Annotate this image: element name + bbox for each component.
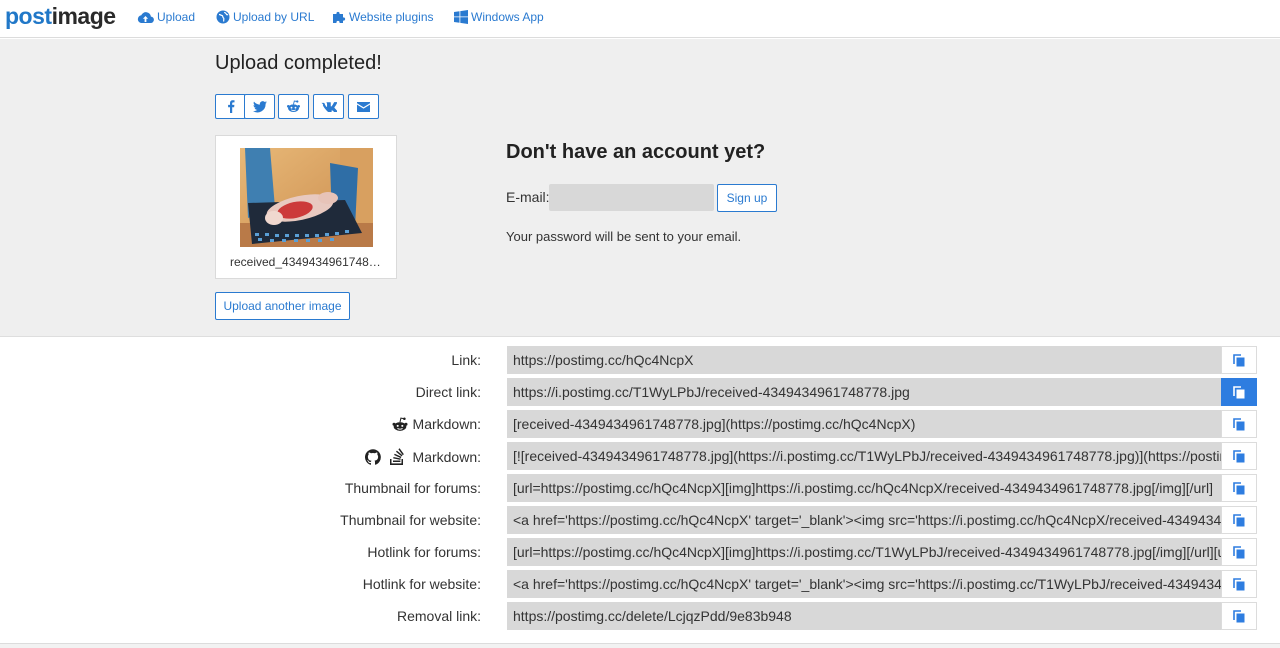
link-row: Hotlink for website: <a href='https://po…: [0, 570, 1280, 598]
copy-icon: [1233, 385, 1245, 398]
globe-icon: [216, 10, 230, 24]
link-row-value[interactable]: https://i.postimg.cc/T1WyLPbJ/received-4…: [507, 378, 1221, 406]
link-row: Link: https://postimg.cc/hQc4NcpX: [0, 346, 1280, 374]
sign-up-button[interactable]: Sign up: [717, 184, 777, 212]
link-row-label: Removal link:: [396, 608, 481, 624]
link-row-value[interactable]: [url=https://postimg.cc/hQc4NcpX][img]ht…: [507, 538, 1221, 566]
email-input[interactable]: [549, 184, 714, 211]
copy-button[interactable]: [1221, 378, 1257, 406]
nav-website-plugins[interactable]: Website plugins: [332, 8, 434, 26]
copy-icon: [1233, 545, 1245, 558]
link-row-label: Hotlink for forums:: [367, 544, 481, 560]
link-row-value[interactable]: https://postimg.cc/hQc4NcpX: [507, 346, 1221, 374]
link-row-value[interactable]: https://postimg.cc/delete/LcjqzPdd/9e83b…: [507, 602, 1221, 630]
account-heading: Don't have an account yet?: [506, 141, 766, 163]
stackoverflow-icon: [389, 448, 404, 465]
copy-button[interactable]: [1221, 538, 1257, 566]
copy-button[interactable]: [1221, 410, 1257, 438]
uploaded-filename: received_4349434961748778.jpg: [230, 255, 398, 269]
link-row: Hotlink for forums: [url=https://postimg…: [0, 538, 1280, 566]
footer-divider: [0, 643, 1280, 648]
link-row-value[interactable]: [![received-4349434961748778.jpg](https:…: [507, 442, 1221, 470]
windows-icon: [454, 10, 468, 24]
copy-icon: [1233, 353, 1245, 366]
page-title: Upload completed!: [215, 52, 382, 74]
link-row: Thumbnail for website: <a href='https://…: [0, 506, 1280, 534]
copy-icon: [1233, 513, 1245, 526]
share-twitter-button[interactable]: [244, 94, 275, 119]
copy-button[interactable]: [1221, 346, 1257, 374]
envelope-icon: [357, 101, 370, 112]
link-row-value[interactable]: [url=https://postimg.cc/hQc4NcpX][img]ht…: [507, 474, 1221, 502]
upload-another-button[interactable]: Upload another image: [215, 292, 350, 320]
password-note: Your password will be sent to your email…: [506, 229, 742, 244]
copy-icon: [1233, 417, 1245, 430]
vk-icon: [320, 101, 337, 112]
share-facebook-button[interactable]: [215, 94, 246, 119]
github-icon: [364, 448, 381, 465]
uploaded-image[interactable]: [240, 148, 373, 247]
email-label: E-mail:: [506, 189, 550, 205]
copy-button[interactable]: [1221, 570, 1257, 598]
twitter-icon: [252, 100, 267, 112]
copy-button[interactable]: [1221, 442, 1257, 470]
share-reddit-button[interactable]: [278, 94, 309, 119]
copy-button[interactable]: [1221, 474, 1257, 502]
link-row-label: Link:: [451, 352, 481, 368]
nav-windows-app[interactable]: Windows App: [454, 8, 544, 26]
copy-button[interactable]: [1221, 506, 1257, 534]
facebook-icon: [227, 100, 234, 113]
link-row: Thumbnail for forums: [url=https://posti…: [0, 474, 1280, 502]
link-row-label: Thumbnail for forums:: [344, 480, 481, 496]
link-row-value[interactable]: <a href='https://postimg.cc/hQc4NcpX' ta…: [507, 570, 1221, 598]
reddit-icon: [287, 100, 300, 112]
share-email-button[interactable]: [348, 94, 379, 119]
copy-icon: [1233, 577, 1245, 590]
link-row-label: Hotlink for website:: [362, 576, 481, 592]
link-row: Markdown: [received-4349434961748778.jpg…: [0, 410, 1280, 438]
reddit-icon: [392, 416, 408, 431]
share-vk-button[interactable]: [313, 94, 344, 119]
upload-result-panel: Upload completed! received_4349434961748…: [0, 39, 1280, 337]
link-row-label: Markdown:: [391, 416, 481, 432]
nav-upload-by-url[interactable]: Upload by URL: [216, 8, 314, 26]
link-row: Direct link: https://i.postimg.cc/T1WyLP…: [0, 378, 1280, 406]
puzzle-icon: [333, 11, 346, 23]
nav-upload[interactable]: Upload: [137, 8, 195, 26]
postimage-logo[interactable]: postimage: [5, 3, 116, 29]
top-nav: postimage Upload Upload by URL Website p…: [0, 0, 1280, 38]
link-row: Removal link: https://postimg.cc/delete/…: [0, 602, 1280, 630]
link-row-value[interactable]: <a href='https://postimg.cc/hQc4NcpX' ta…: [507, 506, 1221, 534]
link-row-value[interactable]: [received-4349434961748778.jpg](https://…: [507, 410, 1221, 438]
cloud-upload-icon: [137, 11, 154, 23]
link-row: Markdown: [![received-4349434961748778.j…: [0, 442, 1280, 470]
link-row-label: Direct link:: [415, 384, 481, 400]
link-row-label: Markdown:: [364, 448, 481, 465]
copy-button[interactable]: [1221, 602, 1257, 630]
copy-icon: [1233, 609, 1245, 622]
copy-icon: [1233, 449, 1245, 462]
uploaded-thumbnail-card[interactable]: received_4349434961748778.jpg: [215, 135, 398, 279]
copy-icon: [1233, 481, 1245, 494]
link-row-label: Thumbnail for website:: [340, 512, 481, 528]
